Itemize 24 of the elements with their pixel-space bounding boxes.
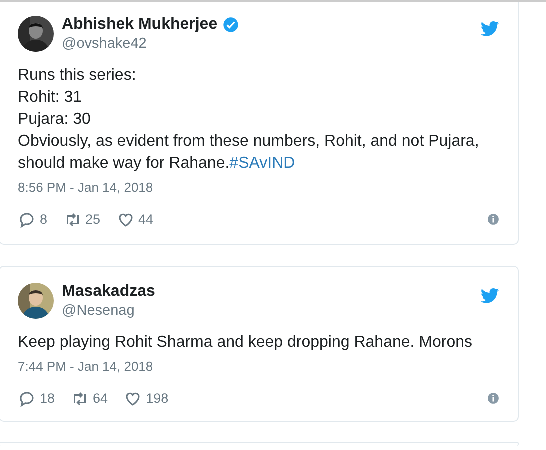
retweet-count: 64 bbox=[93, 390, 108, 408]
bird-icon[interactable] bbox=[480, 19, 500, 39]
info-icon[interactable] bbox=[487, 392, 500, 406]
reply-icon[interactable] bbox=[18, 390, 36, 408]
timestamp[interactable]: 8:56 PM - Jan 14, 2018 bbox=[18, 178, 500, 198]
reply-count: 18 bbox=[40, 390, 56, 408]
hashtag-link[interactable]: #SAvIND bbox=[230, 155, 296, 172]
tweet-text: Runs this series: bbox=[18, 66, 138, 86]
timestamp[interactable]: 7:44 PM - Jan 14, 2018 bbox=[18, 357, 500, 376]
tweet-text: Keep playing Rohit Sharma and keep dropping Rahane. Morons bbox=[18, 333, 474, 353]
reply-icon[interactable] bbox=[18, 210, 36, 229]
bird-icon[interactable] bbox=[480, 286, 500, 306]
author-handle[interactable]: @Nesenag bbox=[62, 302, 480, 320]
tweet-text: Pujara: 30 bbox=[18, 110, 92, 130]
retweet-count: 25 bbox=[86, 210, 101, 228]
author-handle[interactable]: @ovshake42 bbox=[62, 35, 480, 53]
like-count: 198 bbox=[146, 390, 169, 408]
author-name[interactable]: Masakadzas bbox=[62, 282, 156, 302]
author-name[interactable]: Abhishek Mukherjee bbox=[62, 15, 218, 35]
tweet-text: Rohit: 31 bbox=[18, 88, 84, 108]
info-icon[interactable] bbox=[487, 213, 500, 226]
like-count: 44 bbox=[138, 210, 154, 228]
tweet-text: Obviously, as evident from these numbers, Rohit, and not Pujara, should make way for Rahane.#SAvIND bbox=[18, 132, 480, 174]
reply-count: 8 bbox=[40, 210, 48, 228]
